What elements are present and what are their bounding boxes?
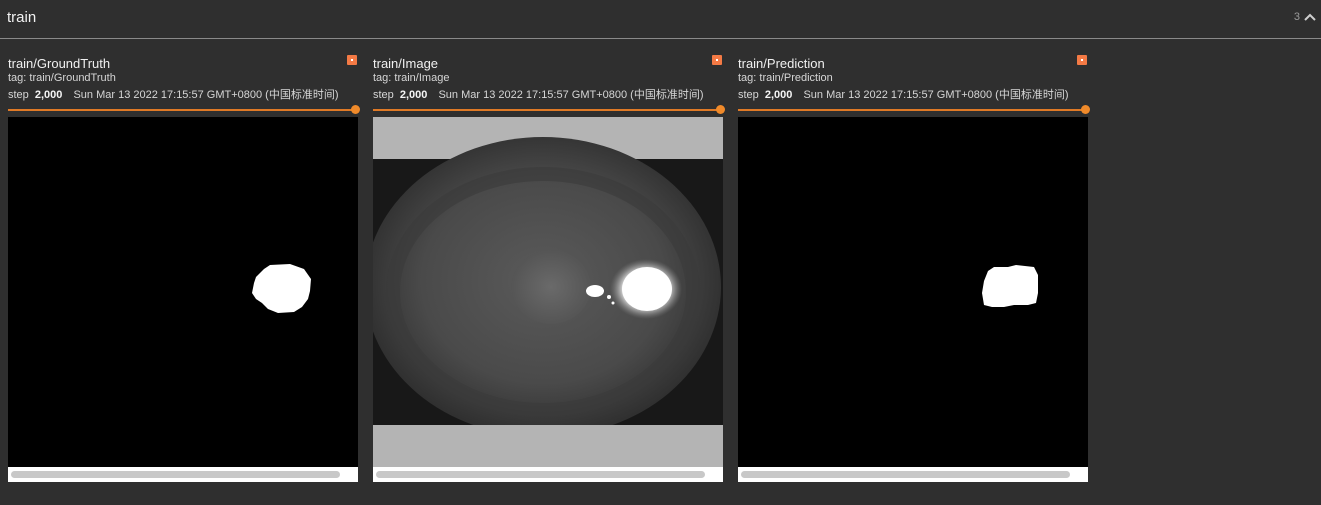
step-slider-track[interactable]	[373, 109, 721, 111]
horizontal-scrollbar[interactable]	[376, 471, 705, 478]
card-tag: tag: train/GroundTruth	[8, 72, 116, 84]
pin-button[interactable]	[1077, 55, 1087, 65]
image-footer	[738, 467, 1088, 482]
card-step-row: step 2,000 Sun Mar 13 2022 17:15:57 GMT+…	[373, 86, 704, 102]
eye-image	[373, 117, 723, 467]
step-slider-thumb[interactable]	[1081, 105, 1090, 114]
step-label: step	[738, 89, 759, 101]
step-slider-thumb[interactable]	[351, 105, 360, 114]
card-title: train/Image	[373, 56, 439, 71]
timestamp: Sun Mar 13 2022 17:15:57 GMT+0800 (中国标准时…	[73, 89, 339, 101]
card-title: train/GroundTruth	[8, 56, 111, 71]
group-title: train	[7, 9, 37, 26]
card-title: train/Prediction	[738, 56, 825, 71]
horizontal-scrollbar[interactable]	[741, 471, 1070, 478]
group-count: 3	[1293, 11, 1300, 23]
timestamp: Sun Mar 13 2022 17:15:57 GMT+0800 (中国标准时…	[803, 89, 1069, 101]
pad-band-bottom	[373, 425, 723, 467]
step-value: 2,000	[764, 89, 793, 101]
card-step-row: step 2,000 Sun Mar 13 2022 17:15:57 GMT+…	[738, 86, 1069, 102]
card-tag: tag: train/Image	[373, 72, 450, 84]
mask-image	[738, 117, 1088, 467]
group-header[interactable]: train 3	[0, 0, 1321, 39]
image-prediction[interactable]	[738, 117, 1088, 467]
mask-image	[8, 117, 358, 467]
step-slider-track[interactable]	[8, 109, 356, 111]
step-slider-track[interactable]	[738, 109, 1086, 111]
card-tag: tag: train/Prediction	[738, 72, 833, 84]
step-slider-thumb[interactable]	[716, 105, 725, 114]
step-label: step	[373, 89, 394, 101]
step-label: step	[8, 89, 29, 101]
card-step-row: step 2,000 Sun Mar 13 2022 17:15:57 GMT+…	[8, 86, 339, 102]
timestamp: Sun Mar 13 2022 17:15:57 GMT+0800 (中国标准时…	[438, 89, 704, 101]
step-value: 2,000	[34, 89, 63, 101]
horizontal-scrollbar[interactable]	[11, 471, 340, 478]
image-footer	[373, 467, 723, 482]
pin-button[interactable]	[347, 55, 357, 65]
image-card-prediction: train/Prediction tag: train/Prediction s…	[738, 52, 1090, 482]
image-card-groundtruth: train/GroundTruth tag: train/GroundTruth…	[8, 52, 360, 482]
image-footer	[8, 467, 358, 482]
step-value: 2,000	[399, 89, 428, 101]
image-groundtruth[interactable]	[8, 117, 358, 467]
chevron-up-icon[interactable]	[1302, 9, 1318, 25]
pin-button[interactable]	[712, 55, 722, 65]
image-eye[interactable]	[373, 117, 723, 467]
image-card-image: train/Image tag: train/Image step 2,000 …	[373, 52, 725, 482]
